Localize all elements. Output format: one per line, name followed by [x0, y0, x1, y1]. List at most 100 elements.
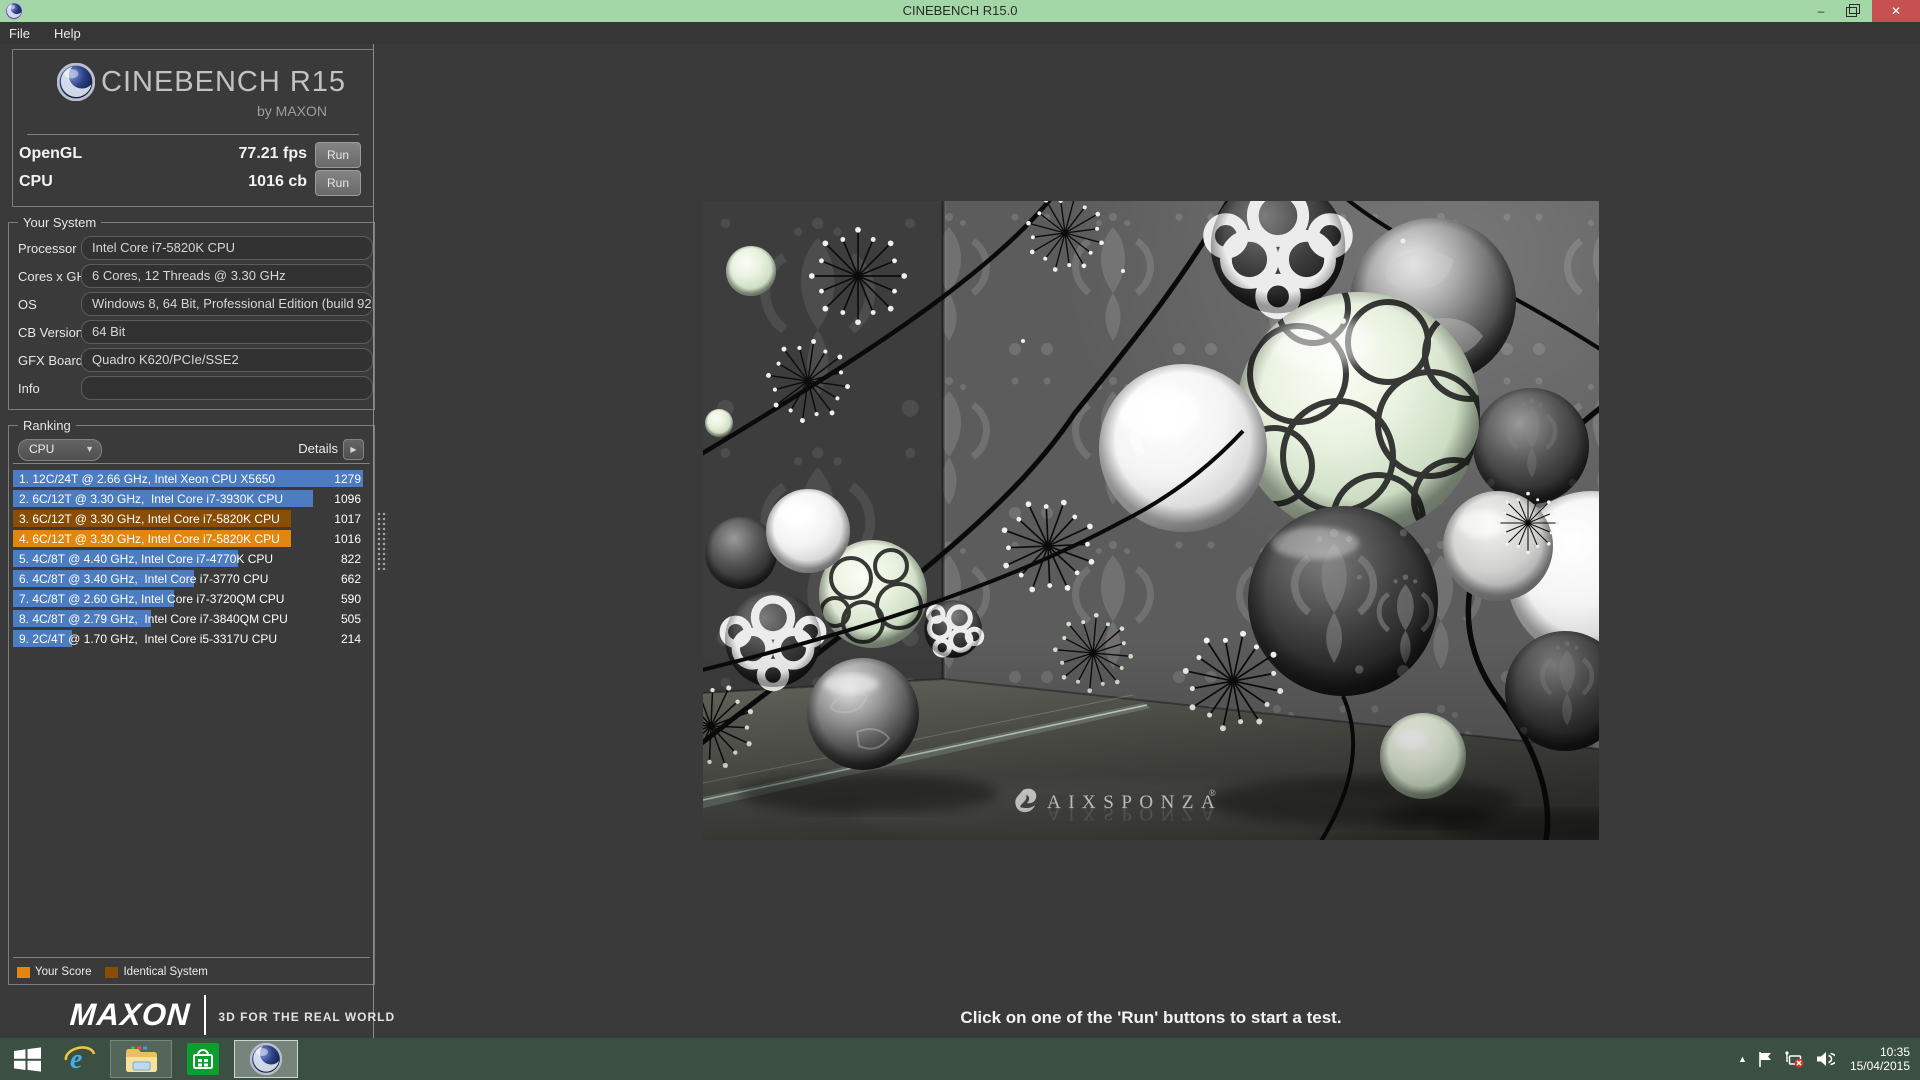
your-score-label: Your Score: [35, 966, 92, 978]
ranking-row[interactable]: 3. 6C/12T @ 3.30 GHz, Intel Core i7-5820…: [13, 510, 367, 527]
close-button[interactable]: ✕: [1872, 0, 1920, 22]
system-field-label: Processor: [18, 241, 77, 256]
windows-store-icon: [187, 1043, 219, 1075]
ranking-filter-dropdown[interactable]: CPU ▼: [18, 439, 102, 461]
system-field-row: Info: [9, 376, 374, 400]
ranking-row-score: 590: [340, 592, 361, 606]
ranking-rows: 1. 12C/24T @ 2.66 GHz, Intel Xeon CPU X5…: [13, 470, 367, 650]
opengl-run-button[interactable]: Run: [315, 142, 361, 168]
cpu-score: 1016 cb: [248, 173, 307, 190]
chevron-right-icon: ▶: [350, 445, 357, 454]
render-preview-image: AIXSPONZA ® AIXSPONZA: [650, 201, 1677, 848]
ranking-row[interactable]: 1. 12C/24T @ 2.66 GHz, Intel Xeon CPU X5…: [13, 470, 367, 487]
ranking-row[interactable]: 7. 4C/8T @ 2.60 GHz, Intel Core i7-3720Q…: [13, 590, 367, 607]
menu-help[interactable]: Help: [42, 26, 93, 41]
network-error-icon[interactable]: [1784, 1050, 1805, 1068]
sphere-dark-right: [1473, 388, 1589, 504]
your-score-swatch: [17, 966, 30, 978]
opengl-score: 77.21 fps: [238, 145, 307, 162]
opengl-row: OpenGL 77.21 fps Run: [19, 142, 365, 168]
ranking-row-label: 8. 4C/8T @ 2.79 GHz, Intel Core i7-3840Q…: [19, 612, 288, 626]
ranking-row-score: 822: [340, 552, 361, 566]
details-expand-button[interactable]: ▶: [343, 439, 364, 460]
ranking-row-score: 505: [340, 612, 361, 626]
ranking-row[interactable]: 6. 4C/8T @ 3.40 GHz, Intel Core i7-3770 …: [13, 570, 367, 587]
system-field-value[interactable]: 64 Bit: [81, 320, 373, 344]
logo-panel: CINEBENCH R15 by MAXON OpenGL 77.21 fps …: [12, 49, 374, 207]
ranking-row-label: 3. 6C/12T @ 3.30 GHz, Intel Core i7-5820…: [19, 512, 280, 526]
ranking-title: Ranking: [18, 418, 76, 433]
volume-icon[interactable]: [1816, 1051, 1835, 1067]
ranking-row-label: 4. 6C/12T @ 3.30 GHz, Intel Core i7-5820…: [19, 532, 280, 546]
taskbar: e ▲ 10:35 15/04/2015: [0, 1038, 1920, 1080]
system-field-row: Cores x GHz 6 Cores, 12 Threads @ 3.30 GH…: [9, 264, 374, 288]
divider: [27, 134, 359, 135]
sphere-green-small-top-left: [726, 246, 776, 296]
ranking-row[interactable]: 4. 6C/12T @ 3.30 GHz, Intel Core i7-5820…: [13, 530, 367, 547]
file-explorer-icon: [125, 1046, 157, 1072]
clock-date: 15/04/2015: [1849, 1059, 1910, 1073]
action-center-flag-icon[interactable]: [1758, 1051, 1773, 1068]
system-field-row: CB Version 64 Bit: [9, 320, 374, 344]
ranking-row-score: 1279: [334, 472, 361, 486]
ranking-row-score: 662: [340, 572, 361, 586]
ranking-row[interactable]: 8. 4C/8T @ 2.79 GHz, Intel Core i7-3840Q…: [13, 610, 367, 627]
cinebench-taskbar-button[interactable]: [234, 1040, 298, 1078]
panel-splitter[interactable]: [373, 44, 374, 1038]
splitter-grip-handle[interactable]: [377, 512, 388, 570]
system-field-value[interactable]: Intel Core i7-5820K CPU: [81, 236, 373, 260]
cpu-row: CPU 1016 cb Run: [19, 170, 365, 196]
ranking-row-label: 5. 4C/8T @ 4.40 GHz, Intel Core i7-4770K…: [19, 552, 274, 566]
title-bar: CINEBENCH R15.0 – ✕: [0, 0, 1920, 22]
ranking-legend: Your Score Identical System: [17, 965, 222, 979]
windows-store-button[interactable]: [180, 1040, 226, 1078]
taskbar-clock[interactable]: 10:35 15/04/2015: [1850, 1045, 1914, 1073]
cinebench-icon: [250, 1043, 282, 1075]
vignette: [703, 640, 1599, 840]
ranking-row[interactable]: 2. 6C/12T @ 3.30 GHz, Intel Core i7-3930…: [13, 490, 367, 507]
system-field-value[interactable]: [81, 376, 373, 400]
minimize-button[interactable]: –: [1808, 0, 1834, 22]
system-field-label: GFX Board: [18, 353, 84, 368]
menu-bar: File Help: [0, 22, 1920, 44]
system-tray: ▲ 10:35 15/04/2015: [1738, 1038, 1914, 1080]
app-logo-title: CINEBENCH R15: [101, 66, 347, 98]
ranking-row-label: 1. 12C/24T @ 2.66 GHz, Intel Xeon CPU X5…: [19, 472, 276, 486]
system-field-label: Info: [18, 381, 40, 396]
system-field-value[interactable]: Quadro K620/PCIe/SSE2: [81, 348, 373, 372]
cinebench-logo-icon: [57, 63, 95, 101]
window-title: CINEBENCH R15.0: [902, 3, 1018, 18]
ranking-row[interactable]: 5. 4C/8T @ 4.40 GHz, Intel Core i7-4770K…: [13, 550, 367, 567]
ranking-row-label: 6. 4C/8T @ 3.40 GHz, Intel Core i7-3770 …: [19, 572, 269, 586]
app-logo-subtitle: by MAXON: [256, 103, 327, 119]
hidden-icons-arrow[interactable]: ▲: [1738, 1054, 1747, 1064]
opengl-label: OpenGL: [19, 145, 83, 162]
system-field-value[interactable]: Windows 8, 64 Bit, Professional Edition …: [81, 292, 373, 316]
system-field-row: OS Windows 8, 64 Bit, Professional Editio…: [9, 292, 374, 316]
ranking-row[interactable]: 9. 2C/4T @ 1.70 GHz, Intel Core i5-3317U…: [13, 630, 367, 647]
ranking-row-score: 214: [340, 632, 361, 646]
restore-button[interactable]: [1838, 0, 1864, 22]
cpu-label: CPU: [19, 173, 53, 190]
identical-system-label: Identical System: [123, 966, 208, 978]
ranking-row-label: 9. 2C/4T @ 1.70 GHz, Intel Core i5-3317U…: [19, 632, 278, 646]
maxon-footer: MAXON 3D FOR THE REAL WORLD: [69, 993, 395, 1037]
windows-start-icon: [13, 1046, 41, 1072]
ranking-row-score: 1016: [334, 532, 361, 546]
ranking-panel: Ranking CPU ▼ Details ▶ 1. 12C/24T @ 2.6…: [8, 418, 375, 985]
status-message: Click on one of the 'Run' buttons to sta…: [960, 1008, 1342, 1027]
ranking-row-label: 7. 4C/8T @ 2.60 GHz, Intel Core i7-3720Q…: [19, 592, 285, 606]
menu-file[interactable]: File: [0, 26, 42, 41]
divider: [13, 463, 370, 464]
internet-explorer-icon: e: [64, 1044, 96, 1075]
your-system-title: Your System: [18, 215, 102, 230]
internet-explorer-button[interactable]: e: [58, 1040, 102, 1078]
ranking-row-score: 1096: [334, 492, 361, 506]
sphere-green-tiny-left: [705, 409, 733, 437]
file-explorer-button[interactable]: [110, 1040, 172, 1078]
system-field-value[interactable]: 6 Cores, 12 Threads @ 3.30 GHz: [81, 264, 373, 288]
cpu-run-button[interactable]: Run: [315, 170, 361, 196]
identical-system-swatch: [105, 966, 119, 978]
start-button[interactable]: [6, 1040, 48, 1078]
clock-time: 10:35: [1879, 1045, 1910, 1059]
